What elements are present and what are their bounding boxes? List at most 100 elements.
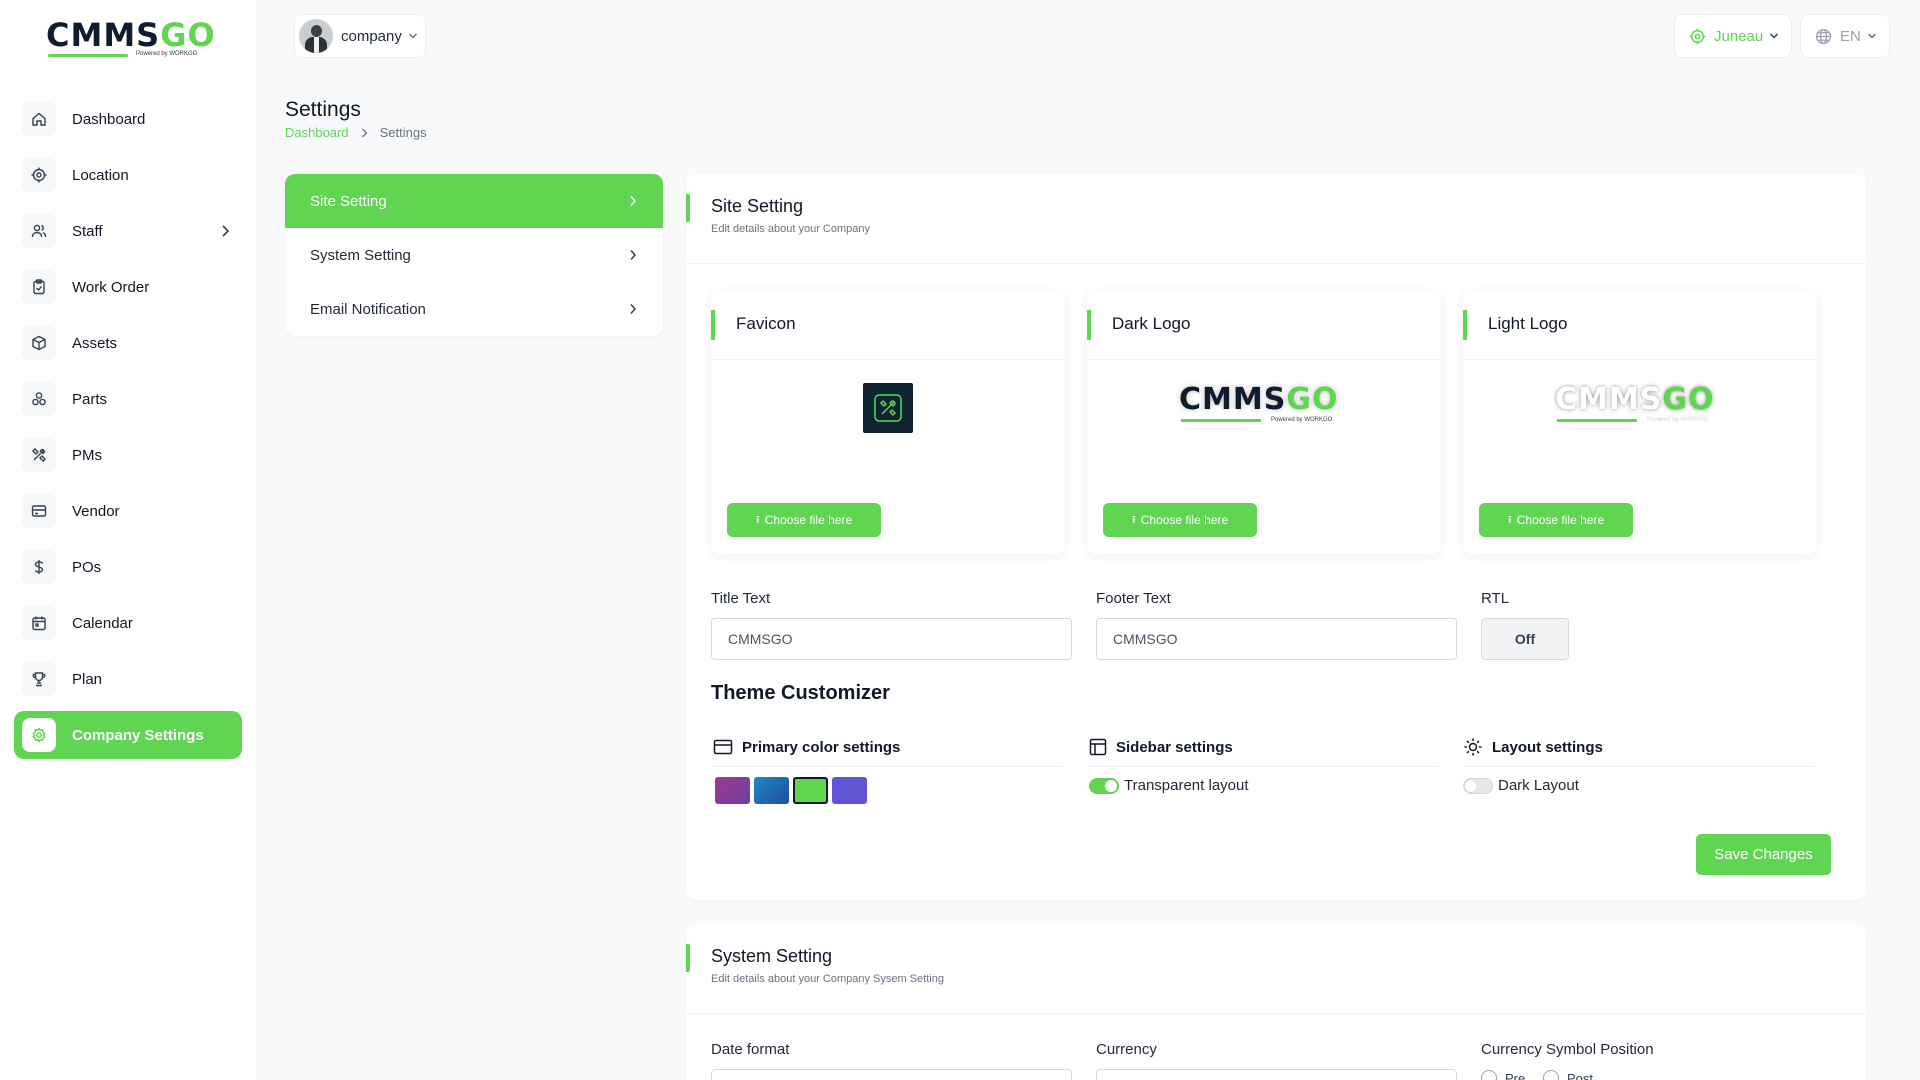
dark-logo-preview: CMMSGO Powered by WORKGO xyxy=(1179,382,1339,424)
chevron-down-icon xyxy=(408,32,418,40)
light-logo-preview: CMMSGO Powered by WORKGO xyxy=(1555,382,1715,424)
breadcrumb-dashboard-link[interactable]: Dashboard xyxy=(285,125,349,140)
sidebar-item-label: Assets xyxy=(72,334,118,352)
light-logo-card-title: Light Logo xyxy=(1488,314,1568,333)
sidebar-item-pos[interactable]: POs xyxy=(14,543,242,591)
favicon-card-title: Favicon xyxy=(736,314,796,333)
sidebar-settings-heading: Sidebar settings xyxy=(1089,737,1233,757)
primary-color-heading: Primary color settings xyxy=(713,737,900,757)
color-swatch-blue[interactable] xyxy=(754,777,789,804)
sidebar-item-vendor[interactable]: Vendor xyxy=(14,487,242,535)
avatar xyxy=(299,19,333,53)
footer-text-input[interactable] xyxy=(1096,618,1457,660)
rtl-label: RTL xyxy=(1481,590,1510,607)
card-title: Site Setting xyxy=(711,196,804,216)
sidebar-item-label: PMs xyxy=(72,446,102,464)
breadcrumb-current: Settings xyxy=(379,125,427,140)
settings-icon xyxy=(22,718,56,752)
vendor-icon xyxy=(22,494,56,528)
upload-icon: ⭱ xyxy=(1131,513,1136,526)
location-icon xyxy=(1689,28,1706,45)
light-logo-choose-file-button[interactable]: ⭱ Choose file here xyxy=(1479,503,1633,537)
chevron-right-icon xyxy=(361,128,368,138)
sidebar-item-staff[interactable]: Staff xyxy=(14,207,242,255)
rtl-toggle-button[interactable]: Off xyxy=(1481,618,1569,660)
currency-pre-radio[interactable] xyxy=(1481,1070,1497,1080)
sidebar-nav: Dashboard Location Staff Work Order Asse… xyxy=(14,95,242,767)
sidebar-item-label: Work Order xyxy=(72,278,150,296)
breadcrumb: Dashboard Settings xyxy=(285,125,427,140)
logo-underline xyxy=(48,54,128,57)
menu-item-label: System Setting xyxy=(310,246,411,264)
dollar-icon xyxy=(22,550,56,584)
currency-position-label: Currency Symbol Position xyxy=(1481,1041,1654,1058)
sidebar-item-label: Company Settings xyxy=(72,726,204,744)
settings-menu-system-setting[interactable]: System Setting xyxy=(285,228,663,282)
light-logo-card: Light Logo CMMSGO Powered by WORKGO ⭱ Ch… xyxy=(1463,290,1817,554)
trophy-icon xyxy=(22,662,56,696)
logo-main-text: CMMS xyxy=(46,16,161,54)
sidebar-item-plan[interactable]: Plan xyxy=(14,655,242,703)
save-changes-button[interactable]: Save Changes xyxy=(1696,834,1831,875)
chevron-right-icon xyxy=(629,249,637,261)
sidebar-item-dashboard[interactable]: Dashboard xyxy=(14,95,242,143)
title-text-label: Title Text xyxy=(711,590,771,607)
users-icon xyxy=(22,214,56,248)
sidebar-item-label: POs xyxy=(72,558,102,576)
currency-post-label: Post xyxy=(1567,1071,1594,1080)
settings-menu-site-setting[interactable]: Site Setting xyxy=(285,174,663,228)
sidebar-item-work-order[interactable]: Work Order xyxy=(14,263,242,311)
chevron-down-icon xyxy=(1867,32,1877,40)
clipboard-icon xyxy=(22,270,56,304)
color-swatch-indigo[interactable] xyxy=(832,777,867,804)
tools-icon xyxy=(22,438,56,472)
sun-icon xyxy=(1463,737,1492,757)
card-subtitle: Edit details about your Company Sysem Se… xyxy=(711,973,944,985)
sidebar-item-company-settings[interactable]: Company Settings xyxy=(14,711,242,759)
location-switcher[interactable]: Juneau xyxy=(1674,14,1792,58)
card-subtitle: Edit details about your Company xyxy=(711,223,870,235)
upload-icon: ⭱ xyxy=(755,513,760,526)
sidebar-item-label: Staff xyxy=(72,222,103,240)
sidebar-item-location[interactable]: Location xyxy=(14,151,242,199)
settings-menu-email-notification[interactable]: Email Notification xyxy=(285,282,663,336)
sidebar-item-pms[interactable]: PMs xyxy=(14,431,242,479)
home-icon xyxy=(22,102,56,136)
color-swatch-green[interactable] xyxy=(793,777,828,804)
sidebar-item-assets[interactable]: Assets xyxy=(14,319,242,367)
sidebar-item-label: Vendor xyxy=(72,502,120,520)
layout-settings-heading: Layout settings xyxy=(1463,737,1603,757)
site-setting-card: Site Setting Edit details about your Com… xyxy=(686,174,1866,900)
transparent-layout-toggle[interactable] xyxy=(1089,778,1119,794)
language-switcher[interactable]: EN xyxy=(1800,14,1890,58)
transparent-layout-label: Transparent layout xyxy=(1124,777,1249,794)
currency-post-radio[interactable] xyxy=(1543,1070,1559,1080)
chevron-right-icon xyxy=(629,195,637,207)
settings-menu: Site Setting System Setting Email Notifi… xyxy=(285,174,663,336)
sidebar-item-calendar[interactable]: Calendar xyxy=(14,599,242,647)
parts-icon xyxy=(22,382,56,416)
theme-customizer-title: Theme Customizer xyxy=(711,682,890,704)
dark-layout-toggle[interactable] xyxy=(1463,778,1493,794)
calendar-icon xyxy=(22,606,56,640)
currency-pre-label: Pre xyxy=(1505,1071,1526,1080)
logo-accent-text: GO xyxy=(160,16,216,54)
color-swatch-purple[interactable] xyxy=(715,777,750,804)
brand-logo[interactable]: CMMSGO Powered by WORKGO xyxy=(46,18,216,62)
date-format-select[interactable] xyxy=(711,1069,1072,1080)
sidebar-item-parts[interactable]: Parts xyxy=(14,375,242,423)
sidebar-item-label: Location xyxy=(72,166,129,184)
title-text-input[interactable] xyxy=(711,618,1072,660)
sidebar-item-label: Calendar xyxy=(72,614,133,632)
favicon-preview xyxy=(863,383,913,433)
currency-input[interactable] xyxy=(1096,1069,1457,1080)
logo-tagline: Powered by WORKGO xyxy=(136,51,198,57)
location-label: Juneau xyxy=(1714,27,1764,45)
sidebar-item-label: Parts xyxy=(72,390,108,408)
favicon-choose-file-button[interactable]: ⭱ Choose file here xyxy=(727,503,881,537)
dark-logo-choose-file-button[interactable]: ⭱ Choose file here xyxy=(1103,503,1257,537)
dark-layout-label: Dark Layout xyxy=(1498,777,1579,794)
sidebar-item-label: Plan xyxy=(72,670,103,688)
company-switcher[interactable]: company xyxy=(294,14,426,58)
credit-card-icon xyxy=(713,738,742,756)
